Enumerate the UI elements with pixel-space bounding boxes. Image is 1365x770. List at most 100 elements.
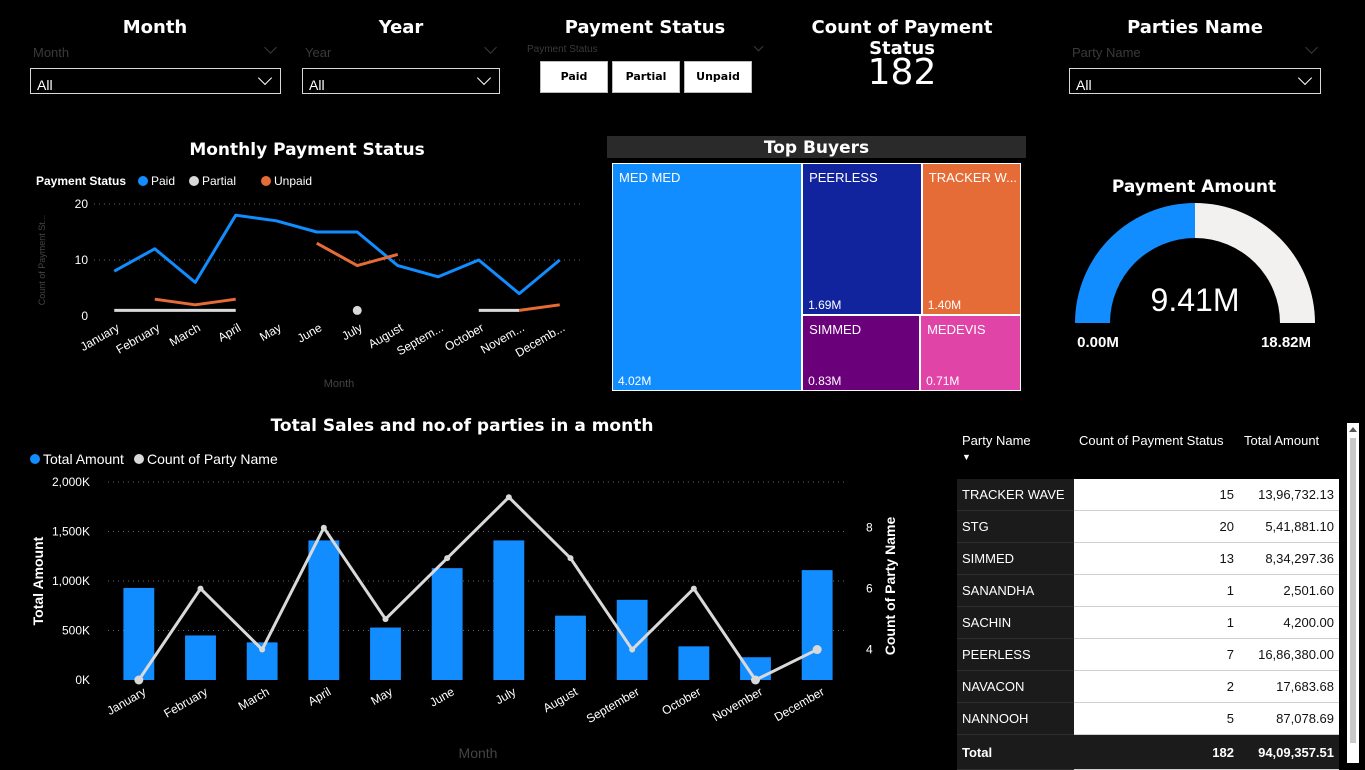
series-point-count-party[interactable] (382, 616, 389, 623)
x-tick-label: June (295, 320, 325, 345)
treemap-cell-value: 1.40M (927, 298, 962, 313)
series-point-count-party[interactable] (134, 675, 144, 685)
table-cell-total-amount: 5,41,881.10 (1239, 510, 1339, 543)
treemap-cell-name: MED MED (619, 170, 681, 185)
table-row[interactable]: SACHIN 1 4,200.00 (957, 606, 1339, 639)
y-tick-label: 20 (75, 197, 89, 211)
table-cell-total-amount: 8,34,297.36 (1239, 542, 1339, 575)
y-tick-label: 2,000K (52, 475, 90, 489)
table-scrollbar-thumb[interactable] (1350, 438, 1356, 743)
treemap-cell-value: 0.71M (926, 373, 960, 388)
table-row[interactable]: NAVACON 2 17,683.68 (957, 670, 1339, 703)
paid-button[interactable]: Paid (540, 61, 608, 93)
treemap-cell[interactable]: SIMMED 0.83M (802, 315, 921, 391)
bar-total-amount[interactable] (555, 615, 586, 680)
treemap-title: Top Buyers (763, 138, 870, 158)
legend-label-partial[interactable]: Partial (202, 174, 236, 188)
y-axis-label: Count of Payment St... (37, 215, 47, 306)
treemap-cell[interactable]: MED MED 4.02M (612, 163, 803, 391)
table-row[interactable]: SANANDHA 1 2,501.60 (957, 574, 1339, 607)
x-tick-label: July (339, 320, 364, 343)
bar-total-amount[interactable] (678, 646, 710, 680)
treemap-cell-name: PEERLESS (809, 170, 878, 185)
legend-label-paid[interactable]: Paid (151, 174, 175, 188)
bar-total-amount[interactable] (370, 627, 401, 680)
parties-slicer-chevron-icon (1305, 41, 1318, 54)
bar-total-amount[interactable] (431, 568, 463, 680)
payment-status-chevron-icon (753, 41, 764, 52)
series-point-count-party[interactable] (812, 645, 822, 655)
series-line-count-party[interactable] (137, 495, 818, 682)
table-row[interactable]: SIMMED 13 8,34,297.36 (957, 542, 1339, 575)
legend-label-count-party[interactable]: Count of Party Name (147, 451, 278, 467)
series-point-count-party[interactable] (690, 585, 697, 592)
treemap-cell[interactable]: TRACKER W... 1.40M (921, 163, 1021, 316)
table-scrollbar-up-arrow[interactable] (1349, 427, 1357, 432)
monthly-chart-title: Monthly Payment Status (189, 140, 425, 160)
series-point-count-party[interactable] (505, 494, 512, 501)
series-point-count-party[interactable] (197, 585, 204, 592)
bar-total-amount[interactable] (185, 635, 216, 680)
party-name-header[interactable]: Party Name ▼ (957, 423, 1074, 479)
sort-desc-icon[interactable]: ▼ (962, 452, 971, 462)
table-row[interactable]: NANNOOH 5 87,078.69 (957, 702, 1339, 735)
legend-marker-unpaid[interactable] (261, 176, 271, 186)
count-header[interactable]: Count of Payment Status (1074, 423, 1239, 479)
x-axis-label: Month (324, 378, 355, 390)
table-cell-party-name: SIMMED (957, 542, 1074, 575)
monthly-payment-status-chart: Payment Status Paid Partial Unpaid 0 10 20 Coun… (36, 174, 580, 390)
gauge-title: Payment Amount (1111, 177, 1277, 197)
legend-marker-count-party[interactable] (134, 454, 144, 464)
table-cell-total-amount: 13,96,732.13 (1239, 479, 1339, 511)
gauge-max-label: 18.82M (1261, 334, 1311, 351)
table-cell-count: 1 (1074, 574, 1239, 607)
payment-status-slicer-title: Payment Status (564, 17, 726, 38)
month-dropdown[interactable]: All (30, 68, 281, 94)
y-tick-label: 0 (81, 309, 88, 323)
bar-total-amount[interactable] (308, 540, 340, 680)
series-point-partial[interactable] (352, 305, 362, 315)
party-name-header-label: Party Name (962, 433, 1031, 448)
x-tick-label: April (215, 320, 243, 344)
series-line-unpaid[interactable] (519, 303, 560, 312)
series-point-count-party[interactable] (320, 524, 327, 531)
month-dropdown-value: All (37, 77, 53, 93)
treemap-cell[interactable]: MEDEVIS 0.71M (920, 315, 1021, 391)
count-card-value: 182 (867, 52, 937, 93)
parties-slicer-placeholder: Party Name (1072, 45, 1141, 60)
table-row[interactable]: STG 20 5,41,881.10 (957, 510, 1339, 543)
partial-button[interactable]: Partial (612, 61, 680, 93)
bar-total-amount[interactable] (493, 540, 525, 680)
gauge-min-label: 0.00M (1077, 334, 1119, 351)
parties-dropdown[interactable]: All (1069, 68, 1321, 94)
series-point-count-party[interactable] (751, 675, 760, 685)
legend-marker-partial[interactable] (189, 176, 199, 186)
x-tick-label: November (710, 684, 765, 724)
table-row[interactable]: PEERLESS 7 16,86,380.00 (957, 638, 1339, 671)
legend-marker-paid[interactable] (138, 176, 148, 186)
legend-label-total-amount[interactable]: Total Amount (43, 451, 124, 467)
bar-total-amount[interactable] (801, 570, 833, 680)
table-total-row: Total 182 94,09,357.51 (957, 734, 1339, 770)
x-tick-label: May (368, 684, 395, 707)
series-point-count-party[interactable] (567, 555, 574, 562)
table-cell-count: 20 (1074, 510, 1239, 543)
legend-marker-total-amount[interactable] (30, 454, 40, 464)
series-point-count-party[interactable] (629, 646, 636, 653)
series-point-count-party[interactable] (444, 555, 451, 562)
series-line-unpaid[interactable] (154, 297, 236, 307)
total-amount-header[interactable]: Total Amount (1239, 423, 1339, 479)
table-cell-total-amount: 2,501.60 (1239, 574, 1339, 607)
table-cell-party-name: PEERLESS (957, 638, 1074, 671)
treemap-cell[interactable]: PEERLESS 1.69M (802, 163, 922, 316)
table-row[interactable]: TRACKER WAVE 15 13,96,732.13 (957, 479, 1339, 511)
series-point-count-party[interactable] (259, 646, 266, 653)
y-tick-label: 500K (62, 624, 90, 638)
x-tick-label: January (104, 684, 148, 717)
table-cell-total-amount: 17,683.68 (1239, 670, 1339, 703)
year-slicer-placeholder: Year (305, 45, 332, 60)
year-dropdown[interactable]: All (302, 68, 500, 94)
unpaid-button[interactable]: Unpaid (684, 61, 752, 93)
gauge-value-label: 9.41M (1151, 282, 1240, 318)
legend-label-unpaid[interactable]: Unpaid (274, 174, 312, 188)
